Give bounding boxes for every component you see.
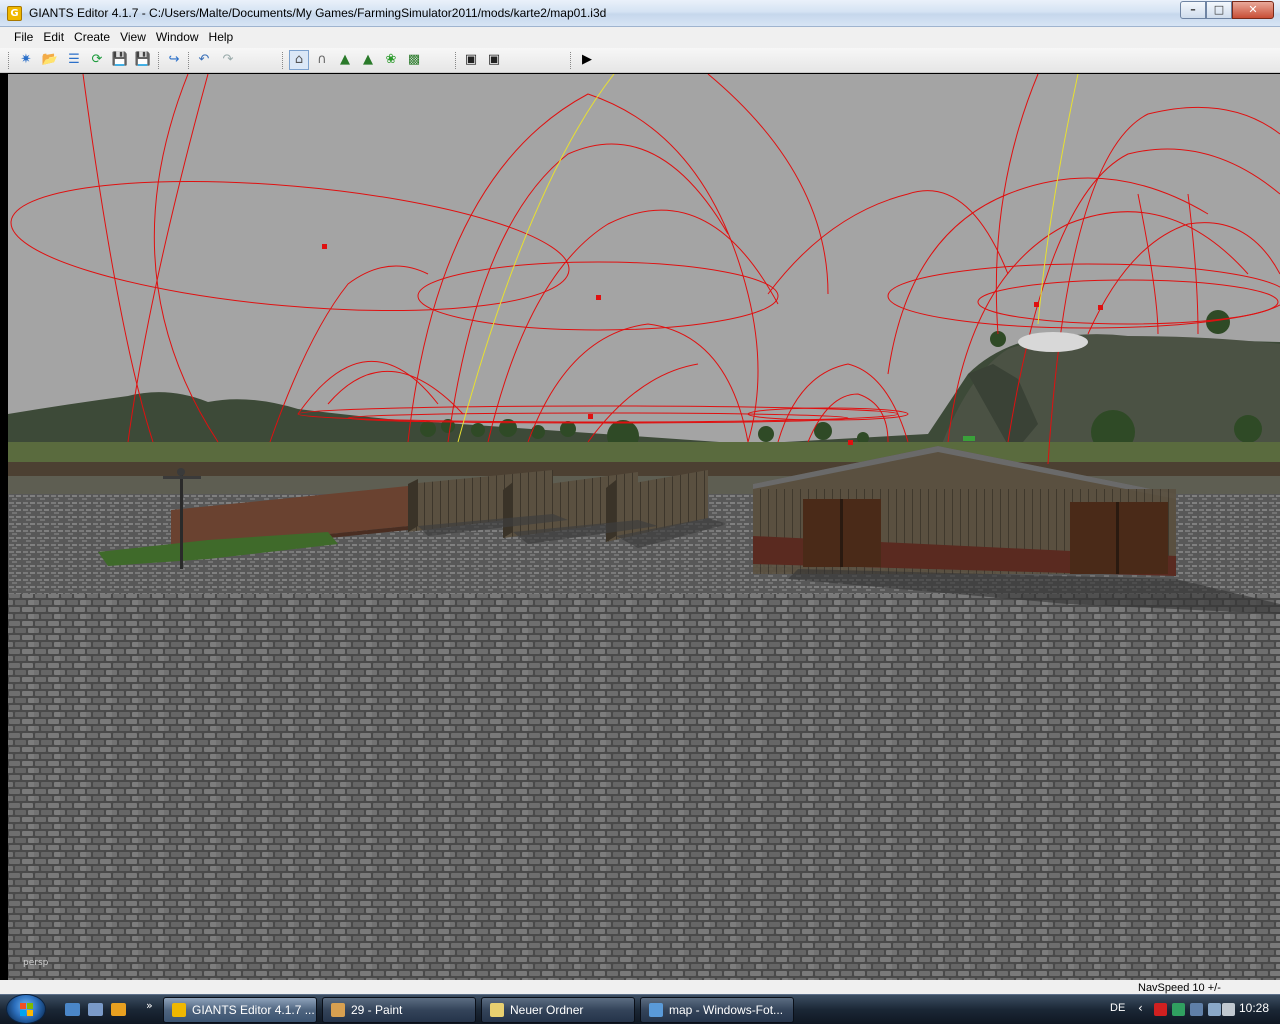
title-bar: G GIANTS Editor 4.1.7 - C:/Users/Malte/D… [0,0,1280,27]
toolbar-grip[interactable] [158,52,161,69]
toolbar-grip[interactable] [455,52,458,69]
save-all-icon[interactable]: 💾 [133,50,153,70]
select-tool-icon[interactable]: ⌂ [289,50,309,70]
maximize-button[interactable]: □ [1206,1,1232,19]
grass-field [8,442,1280,464]
system-tray: DE ‹ 10:28 [1104,995,1280,1024]
safely-remove-icon[interactable] [1190,1003,1203,1016]
volume-icon[interactable] [1222,1003,1235,1016]
windows-logo-icon [20,1003,33,1016]
task-paint[interactable]: 29 - Paint [322,997,476,1023]
start-button[interactable] [6,994,46,1024]
import-icon[interactable]: ↪ [164,50,184,70]
toolbar-grip[interactable] [282,52,285,69]
giants-editor-app-icon: G [7,6,22,21]
status-bar: NavSpeed 10 +/- [0,980,1280,994]
clock[interactable]: 10:28 [1239,1001,1269,1015]
window-title: GIANTS Editor 4.1.7 - C:/Users/Malte/Doc… [29,6,607,20]
move-tool-icon[interactable]: ∩ [312,50,332,70]
undo-icon[interactable]: ↶ [194,50,214,70]
giants-editor-icon [172,1003,186,1017]
camera-label: persp [23,958,49,968]
terrain-sculpt-icon[interactable]: ▲ [335,50,355,70]
redo-icon[interactable]: ↷ [218,50,238,70]
save-icon[interactable]: 💾 [110,50,130,70]
media-player-icon[interactable] [111,1003,126,1016]
foliage-paint-icon[interactable]: ❀ [381,50,401,70]
menu-window[interactable]: Window [151,27,204,48]
show-desktop-icon[interactable] [65,1003,80,1016]
render-settings-icon[interactable]: ▣ [484,50,504,70]
plowed-field [8,462,1280,478]
green-marker [963,436,975,441]
task-giants-editor[interactable]: GIANTS Editor 4.1.7 ... [163,997,317,1023]
refresh-icon[interactable]: ⟳ [87,50,107,70]
toolbar-grip[interactable] [188,52,191,69]
new-icon[interactable]: ✷ [16,50,36,70]
menu-bar: File Edit Create View Window Help [0,27,1280,48]
open-icon[interactable]: 📂 [40,50,60,70]
task-label: GIANTS Editor 4.1.7 ... [192,1003,315,1017]
menu-create[interactable]: Create [69,27,115,48]
antivirus-icon[interactable] [1154,1003,1167,1016]
terrain-paint-icon[interactable]: ▲ [358,50,378,70]
silo-dome [1018,332,1088,352]
menu-file[interactable]: File [9,27,38,48]
task-label: Neuer Ordner [510,1003,584,1017]
language-indicator[interactable]: DE [1110,1001,1125,1015]
render-icon[interactable]: ▣ [461,50,481,70]
taskbar: » GIANTS Editor 4.1.7 ... 29 - Paint Neu… [0,994,1280,1024]
task-label: map - Windows-Fot... [669,1003,784,1017]
main-toolbar: ✷ 📂 ☰ ⟳ 💾 💾 ↪ ↶ ↷ ⌂ ∩ ▲ ▲ ❀ ▩ ▣ ▣ ▶ [0,48,1280,73]
viewport-scene [8,74,1280,980]
network-connection-icon[interactable] [1208,1003,1221,1016]
texture-paint-icon[interactable]: ▩ [404,50,424,70]
task-photo-viewer[interactable]: map - Windows-Fot... [640,997,794,1023]
switch-windows-icon[interactable] [88,1003,103,1016]
task-folder[interactable]: Neuer Ordner [481,997,635,1023]
paint-icon [331,1003,345,1017]
toolbar-grip[interactable] [8,52,11,69]
menu-edit[interactable]: Edit [38,27,69,48]
cobblestone-yard [8,594,1280,980]
folder-icon [490,1003,504,1017]
close-button[interactable]: ✕ [1232,1,1274,19]
toolbar-grip[interactable] [570,52,573,69]
show-hidden-icons-icon[interactable]: ‹ [1138,1001,1143,1015]
photo-viewer-icon [649,1003,663,1017]
network-icon[interactable] [1172,1003,1185,1016]
quicklaunch-more-icon[interactable]: » [146,999,153,1013]
3d-viewport[interactable]: persp [8,74,1280,980]
window-controls: – □ ✕ [1180,1,1274,19]
minimize-button[interactable]: – [1180,1,1206,19]
properties-icon[interactable]: ☰ [64,50,84,70]
menu-view[interactable]: View [115,27,151,48]
menu-help[interactable]: Help [204,27,239,48]
play-icon[interactable]: ▶ [577,50,597,70]
task-label: 29 - Paint [351,1003,403,1017]
